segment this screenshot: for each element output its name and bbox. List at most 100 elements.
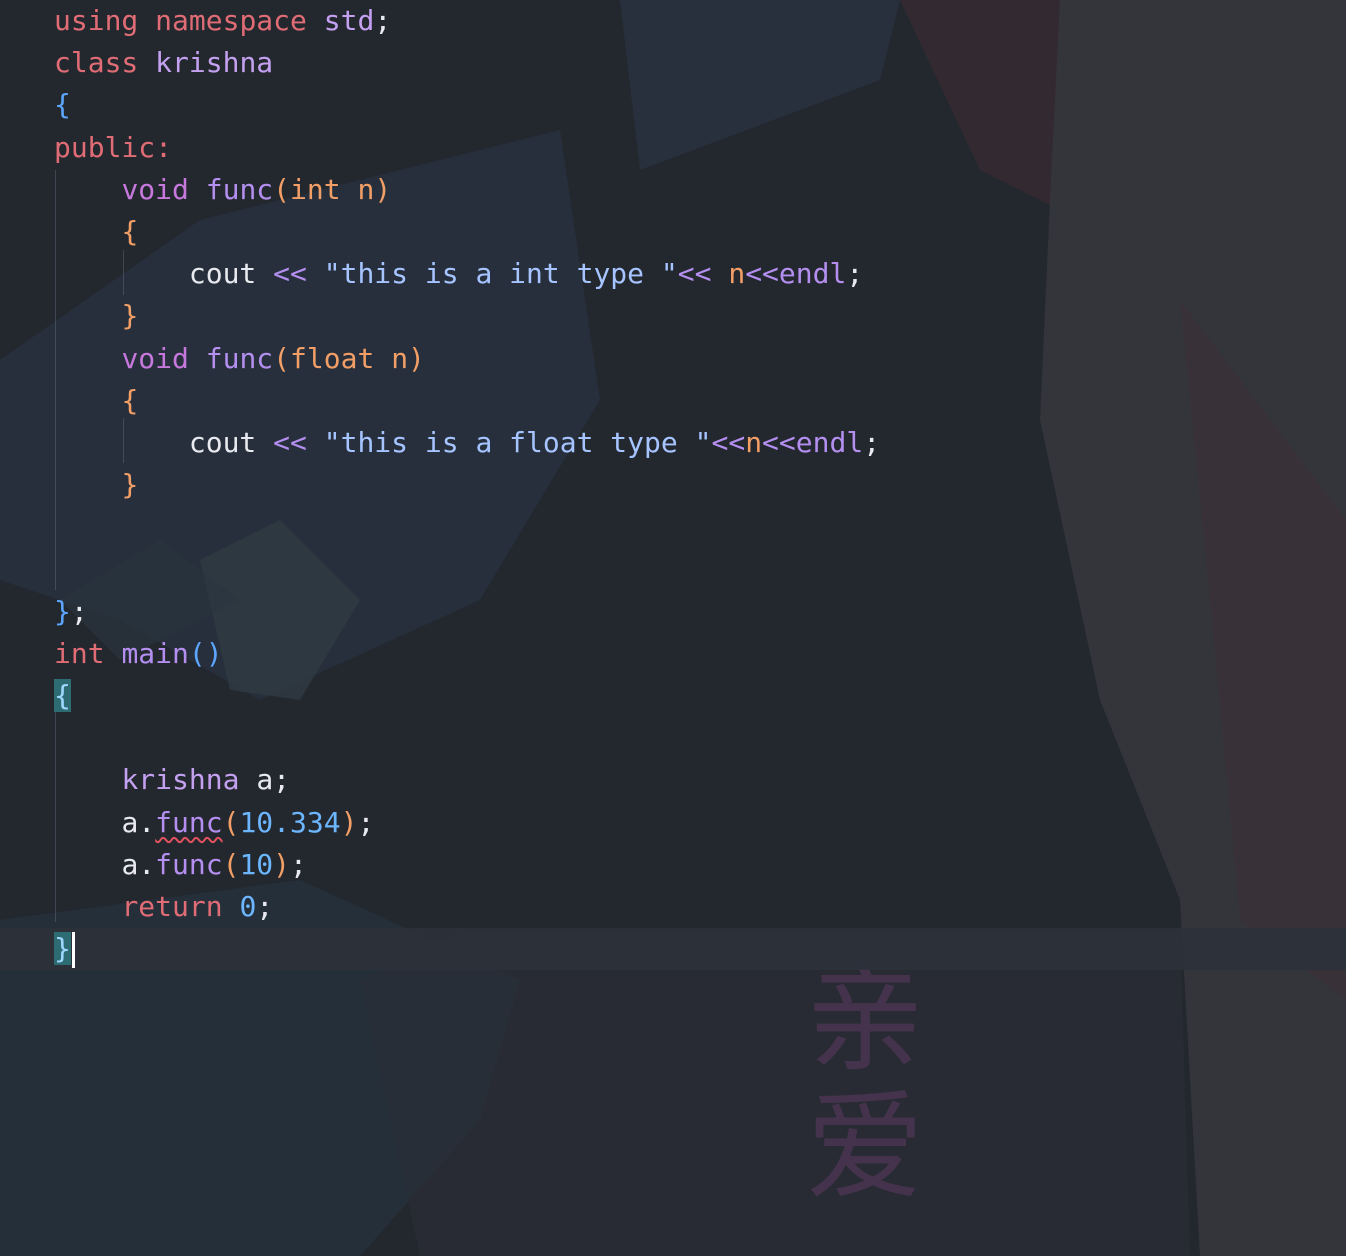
- watermark-text: 亲爱: [805, 950, 924, 1216]
- code-token: class: [54, 46, 139, 80]
- code-token: 10.334: [239, 805, 341, 839]
- code-token: "this is a int type ": [323, 257, 678, 291]
- code-line[interactable]: {: [0, 675, 1346, 717]
- code-line[interactable]: }: [0, 295, 1346, 337]
- code-line[interactable]: krishna a;: [0, 759, 1346, 801]
- code-line[interactable]: using namespace std;: [0, 0, 1346, 42]
- code-token: (: [273, 341, 291, 375]
- code-token: namespace: [155, 4, 307, 37]
- code-line[interactable]: }: [0, 464, 1346, 506]
- code-token: <<: [711, 425, 746, 459]
- code-token: int: [290, 172, 341, 206]
- code-token: std: [323, 4, 375, 37]
- code-token: ;: [863, 425, 881, 459]
- code-token: ;: [70, 594, 88, 628]
- code-token: n: [357, 172, 375, 206]
- code-token: func: [205, 341, 274, 375]
- code-token: <<: [677, 257, 712, 291]
- code-line[interactable]: void func(float n): [0, 338, 1346, 380]
- code-line[interactable]: return 0;: [0, 886, 1346, 928]
- code-line[interactable]: [0, 548, 1346, 590]
- code-line[interactable]: a.func(10);: [0, 844, 1346, 886]
- code-token: endl: [795, 425, 864, 459]
- code-token: <<: [273, 257, 307, 291]
- code-token: :: [155, 130, 173, 164]
- code-line[interactable]: {: [0, 84, 1346, 126]
- code-line[interactable]: int main(): [0, 633, 1346, 675]
- code-area[interactable]: using namespace std; class krishna{public…: [0, 0, 1346, 971]
- code-token: cout: [188, 425, 257, 459]
- code-token: n: [745, 425, 763, 459]
- code-token: ;: [256, 889, 274, 923]
- background-watermark-text: 亲爱: [800, 955, 930, 1211]
- code-token: (: [273, 172, 291, 206]
- code-line[interactable]: cout << "this is a int type "<< n<<endl;: [0, 253, 1346, 295]
- code-token: void: [121, 341, 189, 375]
- code-token: <<: [745, 257, 779, 291]
- code-line[interactable]: public:: [0, 127, 1346, 169]
- code-token: func: [205, 172, 274, 206]
- code-line[interactable]: cout << "this is a float type "<<n<<endl…: [0, 422, 1346, 464]
- code-token: }: [54, 932, 71, 966]
- code-token: ): [340, 805, 358, 839]
- code-token: ;: [290, 847, 307, 881]
- code-token: (: [222, 847, 240, 881]
- code-token: n: [391, 341, 409, 375]
- code-token: ;: [846, 257, 864, 291]
- code-token: public: [54, 130, 156, 164]
- code-token: 10: [239, 847, 274, 881]
- code-token: int: [54, 636, 105, 670]
- code-token: ): [374, 172, 392, 206]
- code-line[interactable]: {: [0, 211, 1346, 253]
- code-line[interactable]: };: [0, 591, 1346, 633]
- code-token: 0: [239, 889, 257, 923]
- code-token: float: [290, 341, 375, 375]
- code-token: a: [121, 805, 139, 839]
- code-line[interactable]: {: [0, 380, 1346, 422]
- code-line[interactable]: [0, 717, 1346, 759]
- code-token: {: [121, 383, 139, 417]
- code-token: func: [155, 847, 223, 881]
- code-line[interactable]: void func(int n): [0, 169, 1346, 211]
- code-line[interactable]: [0, 506, 1346, 548]
- code-token: }: [54, 594, 71, 628]
- code-token: endl: [778, 257, 847, 291]
- code-token: func: [155, 805, 223, 839]
- code-token: }: [121, 468, 139, 502]
- code-line[interactable]: a.func(10.334);: [0, 802, 1346, 844]
- code-token: .: [138, 847, 156, 881]
- code-token: krishna: [155, 46, 274, 80]
- code-token: krishna: [121, 763, 240, 797]
- code-token: <<: [273, 425, 307, 459]
- code-editor[interactable]: 亲爱 using namespace std; class krishna{pub…: [0, 0, 1346, 1256]
- code-token: cout: [188, 257, 257, 291]
- code-token: .: [138, 805, 156, 839]
- code-token: {: [54, 88, 71, 122]
- code-line[interactable]: }: [0, 928, 1346, 971]
- code-token: ;: [374, 4, 392, 37]
- code-token: ;: [357, 805, 375, 839]
- text-cursor: [71, 932, 75, 969]
- code-line[interactable]: class krishna: [0, 42, 1346, 84]
